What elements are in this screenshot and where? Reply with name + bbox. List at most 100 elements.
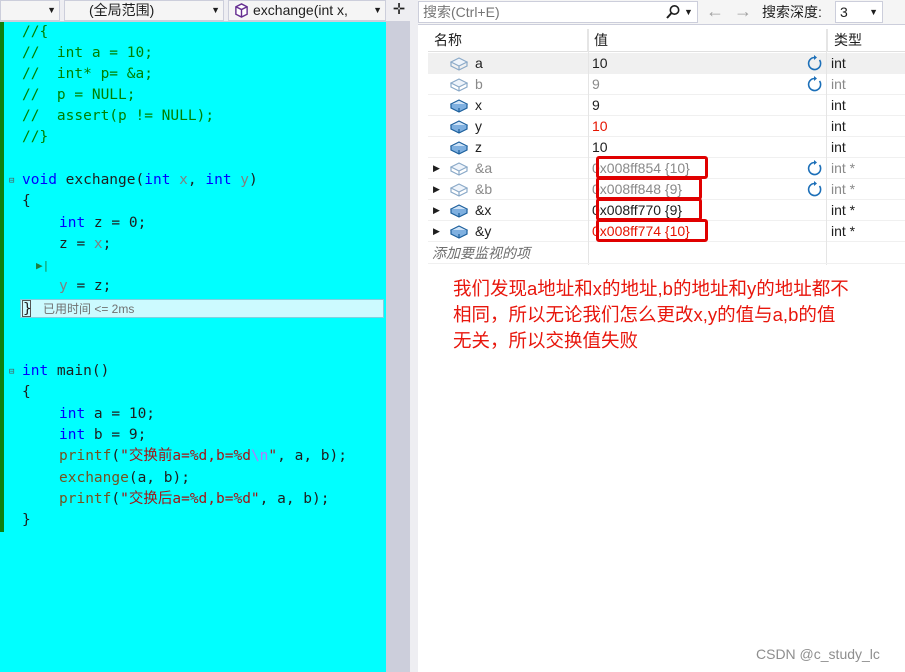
code-line-int-b: int b = 9; — [59, 427, 147, 443]
search-input[interactable] — [423, 3, 663, 21]
variable-icon — [450, 141, 468, 155]
watch-type: int * — [831, 202, 856, 218]
variable-icon — [450, 78, 468, 92]
function-combo[interactable]: exchange(int x, ▼ — [228, 0, 386, 21]
refresh-icon[interactable] — [806, 76, 823, 93]
function-cube-icon — [235, 3, 248, 18]
code-line-exchange-call: exchange(a, b); — [59, 470, 190, 486]
watch-row-addr-b[interactable]: ▶ &b 0x008ff848 {9} int * — [428, 177, 905, 200]
watch-row-addr-y[interactable]: ▶ &y 0x008ff774 {10} int * — [428, 219, 905, 242]
watch-value[interactable]: 9 — [592, 95, 797, 116]
annotation-line: 相同，所以无论我们怎么更改x,y的值与a,b的值 — [453, 304, 836, 325]
watch-type: int — [831, 97, 846, 113]
watch-row-a[interactable]: a 10 int — [428, 53, 905, 74]
watch-value[interactable]: 10 — [592, 116, 797, 137]
watch-type: int * — [831, 181, 856, 197]
highlight-box — [596, 177, 702, 200]
project-combo[interactable]: ▼ — [0, 0, 60, 21]
column-header-type[interactable]: 类型 — [828, 29, 905, 52]
pane-splitter-edge[interactable] — [410, 0, 418, 672]
code-line-int-a: int a = 10; — [59, 406, 156, 422]
code-line-4: // p = NULL; — [22, 87, 136, 103]
refresh-icon[interactable] — [806, 181, 823, 198]
watch-type: int — [831, 55, 846, 71]
expand-arrow-icon[interactable]: ▶ — [433, 221, 445, 242]
split-window-button[interactable]: ✛ — [388, 0, 410, 21]
execution-pointer-icon: ▶| — [36, 259, 50, 272]
variable-icon — [450, 183, 468, 197]
chevron-down-icon: ▼ — [211, 5, 220, 15]
scope-combo[interactable]: (全局范围) ▼ — [64, 0, 224, 21]
watch-value[interactable]: 10 — [592, 53, 797, 74]
variable-icon — [450, 162, 468, 176]
column-divider[interactable] — [588, 29, 589, 265]
chevron-down-icon: ▼ — [47, 5, 56, 15]
expand-arrow-icon[interactable]: ▶ — [433, 158, 445, 179]
code-line-func-signature: void exchange(int x, int y) — [22, 172, 258, 188]
column-header-name[interactable]: 名称 — [428, 29, 588, 52]
function-combo-label: exchange(int x, — [253, 2, 348, 18]
code-line-6: //} — [22, 129, 49, 145]
variable-icon — [450, 120, 468, 134]
watch-row-b[interactable]: b 9 int — [428, 74, 905, 95]
watch-name: &b — [475, 181, 493, 197]
chevron-down-icon: ▼ — [373, 5, 382, 15]
expand-arrow-icon[interactable]: ▶ — [433, 200, 445, 221]
chevron-down-icon: ▼ — [869, 7, 878, 17]
watch-type: int — [831, 76, 846, 92]
watch-name: &y — [475, 223, 492, 239]
search-depth-value: 3 — [840, 4, 848, 20]
forward-arrow-icon[interactable]: → — [734, 1, 752, 21]
watch-name: &x — [475, 202, 492, 218]
watch-type: int — [831, 118, 846, 134]
watch-row-y[interactable]: y 10 int — [428, 116, 905, 137]
code-line-main-close: } — [22, 512, 31, 528]
scope-combo-label: (全局范围) — [89, 2, 155, 18]
code-line-open-brace: { — [22, 193, 31, 209]
code-line-main-signature: int main() — [22, 363, 110, 379]
watch-row-addr-x[interactable]: ▶ &x 0x008ff770 {9} int * — [428, 198, 905, 221]
search-depth-select[interactable]: 3 ▼ — [835, 1, 883, 23]
watch-row-x[interactable]: x 9 int — [428, 95, 905, 116]
watch-row-z[interactable]: z 10 int — [428, 137, 905, 158]
expand-arrow-icon[interactable]: ▶ — [433, 179, 445, 200]
code-line-2: // int a = 10; — [22, 45, 153, 61]
watch-header: 名称 值 类型 — [428, 29, 905, 52]
code-line-x-eq-y: ▶| x = y; — [0, 255, 386, 315]
watch-row-addr-a[interactable]: ▶ &a 0x008ff854 {10} int * — [428, 156, 905, 179]
annotation-line: 我们发现a地址和x的地址,b的地址和y的地址都不 — [453, 278, 849, 299]
code-line-1: //{ — [22, 24, 49, 40]
watch-value[interactable]: 10 — [592, 137, 797, 158]
watch-toolbar: ▼ ← → 搜索深度: 3 ▼ — [418, 0, 905, 25]
watch-name: a — [475, 55, 483, 71]
watch-type: int — [831, 139, 846, 155]
column-divider[interactable] — [826, 29, 827, 265]
code-editor[interactable]: //{ // int a = 10; // int* p= &a; // p =… — [0, 22, 386, 672]
fold-toggle-icon[interactable]: ⊟ — [9, 176, 19, 186]
search-icon[interactable] — [665, 4, 681, 20]
highlight-box — [596, 156, 708, 179]
column-header-value[interactable]: 值 — [588, 29, 828, 52]
watch-name: b — [475, 76, 483, 92]
watermark: CSDN @c_study_lc — [756, 646, 880, 662]
split-icon: ✛ — [392, 1, 406, 18]
back-arrow-icon[interactable]: ← — [706, 1, 724, 21]
code-line-z-eq-x: z = x; — [59, 236, 112, 252]
editor-nav-bar: ▼ (全局范围) ▼ exchange(int x, ▼ ✛ — [0, 0, 410, 22]
variable-icon — [450, 204, 468, 218]
watch-value[interactable]: 9 — [592, 74, 797, 95]
search-box[interactable]: ▼ — [418, 1, 698, 23]
variable-icon — [450, 225, 468, 239]
watch-name: y — [475, 118, 482, 134]
refresh-icon[interactable] — [806, 55, 823, 72]
search-depth-label: 搜索深度: — [762, 4, 822, 20]
code-line-3: // int* p= &a; — [22, 66, 153, 82]
refresh-icon[interactable] — [806, 160, 823, 177]
watch-name: x — [475, 97, 482, 113]
add-watch-item[interactable]: 添加要监视的项 — [428, 243, 905, 264]
elapsed-time-line: } 已用时间 <= 2ms — [20, 299, 384, 318]
watch-name: &a — [475, 160, 493, 176]
fold-toggle-icon[interactable]: ⊟ — [9, 367, 19, 377]
chevron-down-icon[interactable]: ▼ — [684, 4, 693, 20]
pane-splitter[interactable] — [386, 22, 410, 672]
